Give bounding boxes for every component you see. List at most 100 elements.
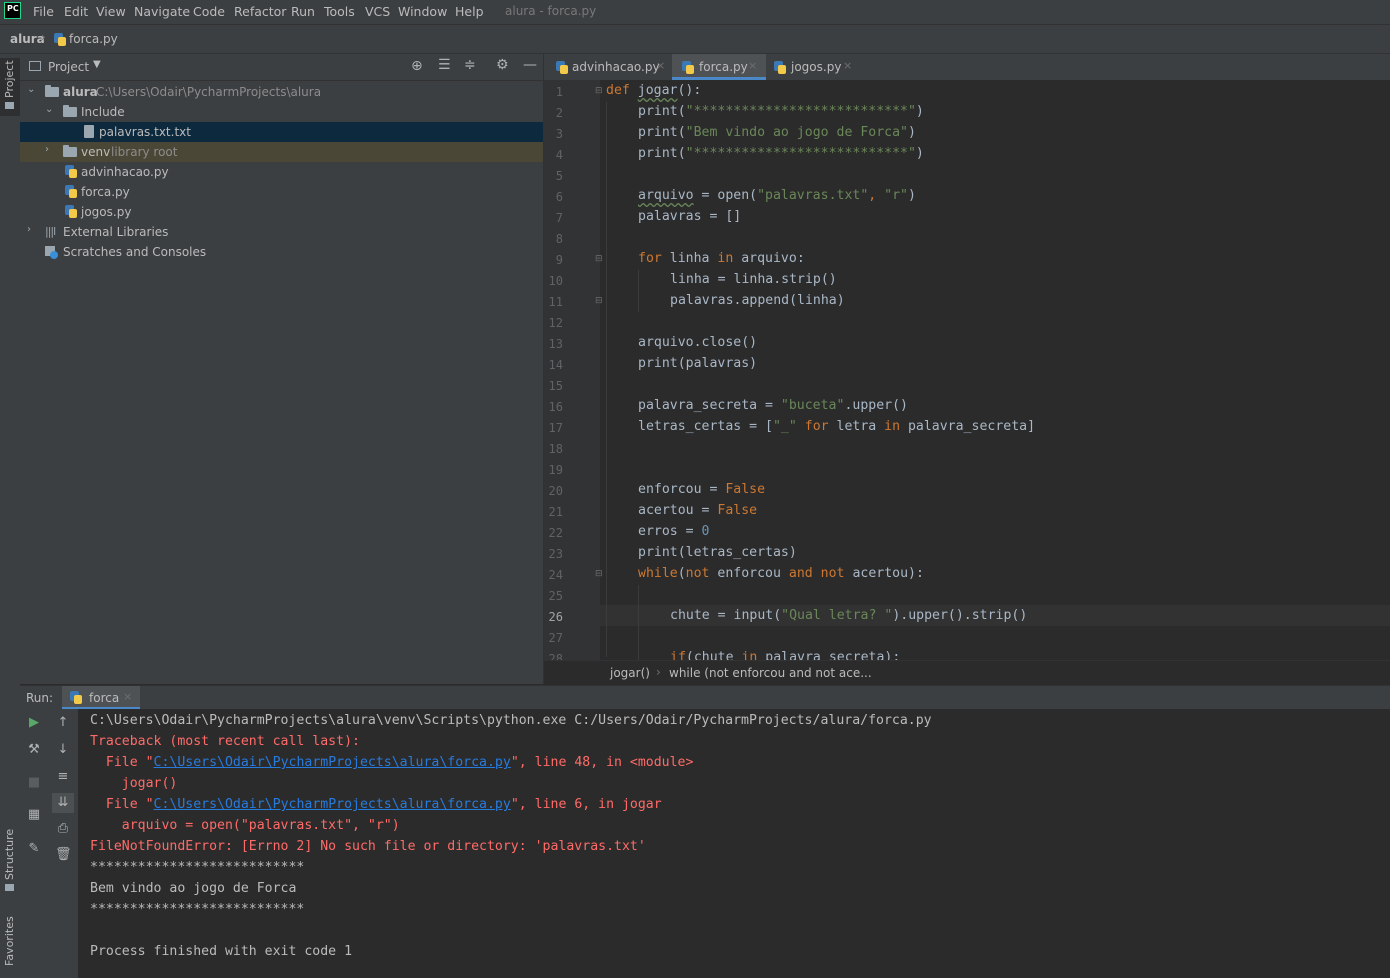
hide-panel-icon[interactable]: — <box>523 57 537 73</box>
menu-view[interactable]: View <box>96 4 126 19</box>
line-number: 21 <box>548 505 563 519</box>
locate-file-icon[interactable]: ⊕ <box>411 58 423 74</box>
console-line: File "C:\Users\Odair\PycharmProjects\alu… <box>90 797 662 812</box>
wrench-icon[interactable]: ⚒ <box>26 742 42 757</box>
run-tab-label: forca <box>89 691 120 705</box>
chevron-down-icon[interactable]: ⌄ <box>27 84 35 95</box>
tree-item-include[interactable]: ⌄ Include <box>20 102 543 122</box>
menu-tools[interactable]: Tools <box>324 4 355 19</box>
tree-item-label: palavras.txt.txt <box>99 125 191 139</box>
run-panel-header: Run: forca × <box>20 685 1390 711</box>
code-token: .upper() <box>844 398 908 413</box>
tree-item-jogos[interactable]: jogos.py <box>20 202 543 222</box>
chevron-down-icon[interactable]: ▼ <box>93 59 101 70</box>
tree-item-label: advinhacao.py <box>81 165 169 179</box>
fold-icon[interactable]: ⊟ <box>595 569 603 579</box>
pycharm-logo-icon: PC <box>4 2 21 19</box>
chevron-right-icon[interactable]: › <box>45 144 49 155</box>
expand-all-icon[interactable]: ☰ <box>438 57 451 73</box>
tree-item-venv[interactable]: › venv library root <box>20 142 543 162</box>
code-token: "***************************" <box>685 104 916 119</box>
line-number: 3 <box>555 127 563 141</box>
code-line: while(not enforcou and not acertou): <box>638 566 924 581</box>
chevron-right-icon[interactable]: › <box>27 224 31 235</box>
tab-jogos[interactable]: jogos.py × <box>768 54 858 80</box>
tree-item-advinhacao[interactable]: advinhacao.py <box>20 162 543 182</box>
breadcrumb-function[interactable]: jogar() <box>610 666 650 680</box>
print-icon[interactable]: ⎙ <box>55 821 71 836</box>
code-token: "buceta" <box>780 398 845 413</box>
chevron-down-icon[interactable]: ⌄ <box>45 104 53 115</box>
menu-code[interactable]: Code <box>193 4 225 19</box>
tree-item-scratches[interactable]: Scratches and Consoles <box>20 242 543 262</box>
python-file-icon <box>556 61 568 74</box>
pin-icon[interactable]: ✎ <box>26 841 42 856</box>
tree-item-alura[interactable]: ⌄ alura C:\Users\Odair\PycharmProjects\a… <box>20 82 543 102</box>
menu-help[interactable]: Help <box>455 4 484 19</box>
close-icon[interactable]: × <box>748 59 757 72</box>
menu-run[interactable]: Run <box>291 4 315 19</box>
tree-item-label: External Libraries <box>63 225 169 239</box>
file-link[interactable]: C:\Users\Odair\PycharmProjects\alura\for… <box>154 755 511 770</box>
code-token: enforcou = <box>638 482 726 497</box>
line-number: 5 <box>555 169 563 183</box>
menu-edit[interactable]: Edit <box>64 4 88 19</box>
console-line: Process finished with exit code 1 <box>90 944 353 959</box>
console-line: File "C:\Users\Odair\PycharmProjects\alu… <box>90 755 694 770</box>
code-line: chute = input("Qual letra? ").upper().st… <box>670 608 1027 623</box>
file-link[interactable]: C:\Users\Odair\PycharmProjects\alura\for… <box>154 797 511 812</box>
gear-icon[interactable]: ⚙ <box>496 57 509 73</box>
menu-navigate[interactable]: Navigate <box>134 4 190 19</box>
favorites-tool-label[interactable]: Favorites <box>3 916 16 966</box>
layout-icon[interactable]: ▦ <box>26 807 42 822</box>
close-icon[interactable]: × <box>123 690 132 703</box>
code-token: ( <box>677 566 686 581</box>
menu-vcs[interactable]: VCS <box>365 4 390 19</box>
breadcrumb-project[interactable]: alura <box>10 32 45 46</box>
tree-item-label: alura <box>63 85 98 99</box>
rerun-icon[interactable]: ▶ <box>26 715 42 730</box>
arrow-up-icon[interactable]: ↑ <box>55 715 71 730</box>
close-icon[interactable]: × <box>656 59 665 72</box>
code-line: for linha in arquivo: <box>638 251 805 266</box>
fold-icon[interactable]: ⊟ <box>595 86 603 96</box>
structure-tool-label[interactable]: Structure <box>3 829 16 880</box>
tab-advinhacao[interactable]: advinhacao.py × <box>548 54 668 80</box>
code-token: chute = input( <box>670 608 782 623</box>
fold-icon[interactable]: ⊟ <box>595 296 603 306</box>
tree-item-note: library root <box>111 145 178 159</box>
collapse-all-icon[interactable]: ≑ <box>464 57 476 73</box>
line-number: 6 <box>555 190 563 204</box>
menu-refactor[interactable]: Refactor <box>234 4 286 19</box>
stop-icon[interactable]: ■ <box>26 775 42 790</box>
scroll-to-end-icon[interactable]: ⇊ <box>55 795 71 810</box>
line-number: 7 <box>555 211 563 225</box>
project-tool-label[interactable]: Project <box>3 60 16 98</box>
tree-item-external-libraries[interactable]: › |||l External Libraries <box>20 222 543 242</box>
menu-file[interactable]: File <box>33 4 54 19</box>
code-line: enforcou = False <box>638 482 765 497</box>
run-tab-forca[interactable]: forca × <box>62 686 140 710</box>
folder-icon <box>63 145 77 157</box>
code-token: while <box>638 566 678 581</box>
tree-item-forca[interactable]: forca.py <box>20 182 543 202</box>
code-line: print("Bem vindo ao jogo de Forca") <box>638 125 916 140</box>
menu-window[interactable]: Window <box>398 4 447 19</box>
tree-item-palavras[interactable]: palavras.txt.txt <box>20 122 543 142</box>
project-view-title[interactable]: Project <box>48 60 89 74</box>
arrow-down-icon[interactable]: ↓ <box>55 742 71 757</box>
code-token: and <box>788 566 813 581</box>
soft-wrap-icon[interactable]: ≡ <box>55 769 71 784</box>
code-token: linha <box>661 251 718 266</box>
breadcrumb-file[interactable]: forca.py <box>69 32 118 46</box>
fold-icon[interactable]: ⊟ <box>595 254 603 264</box>
code-line: palavras.append(linha) <box>670 293 845 308</box>
python-file-icon <box>65 205 77 218</box>
trash-icon[interactable]: 🗑 <box>55 847 72 862</box>
tab-forca[interactable]: forca.py × <box>672 54 766 80</box>
code-token: for <box>638 251 662 266</box>
close-icon[interactable]: × <box>843 59 852 72</box>
breadcrumb-statement[interactable]: while (not enforcou and not ace... <box>669 666 872 680</box>
code-token: not <box>685 566 710 581</box>
code-token: (): <box>677 83 702 98</box>
